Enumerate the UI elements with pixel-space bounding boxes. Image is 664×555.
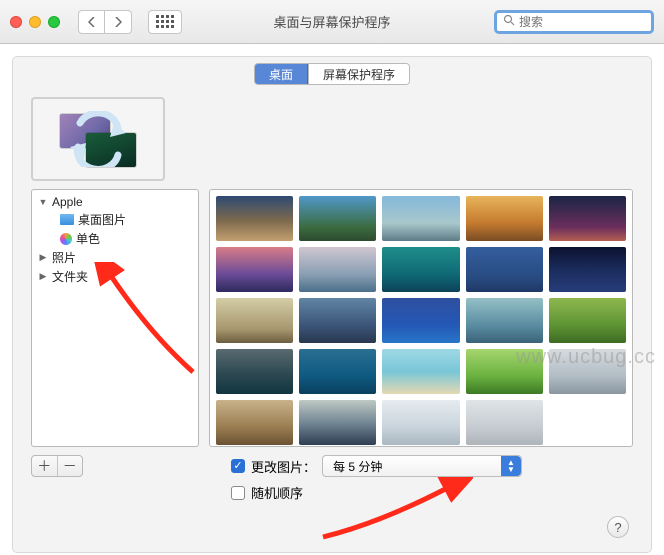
back-button[interactable] bbox=[79, 11, 105, 33]
minimize-window-button[interactable] bbox=[29, 16, 41, 28]
wallpaper-thumb[interactable] bbox=[299, 298, 376, 343]
wallpaper-thumb[interactable] bbox=[382, 349, 459, 394]
wallpaper-thumb[interactable] bbox=[299, 349, 376, 394]
wallpaper-thumb[interactable] bbox=[549, 247, 626, 292]
wallpaper-thumb[interactable] bbox=[299, 196, 376, 241]
tree-node-desktop-pictures[interactable]: 桌面图片 bbox=[32, 210, 198, 229]
search-icon bbox=[503, 14, 515, 29]
change-picture-checkbox[interactable] bbox=[231, 459, 245, 473]
tree-node-photos[interactable]: ▶ 照片 bbox=[32, 248, 198, 267]
wallpaper-thumb[interactable] bbox=[466, 298, 543, 343]
close-window-button[interactable] bbox=[10, 16, 22, 28]
forward-button[interactable] bbox=[105, 11, 131, 33]
change-interval-select[interactable]: 每 5 分钟 ▲▼ bbox=[322, 455, 522, 477]
nav-group bbox=[78, 10, 132, 34]
wallpaper-thumb[interactable] bbox=[299, 400, 376, 445]
disclosure-right-icon: ▶ bbox=[38, 252, 48, 263]
show-all-button[interactable] bbox=[148, 10, 182, 34]
folder-icon bbox=[60, 214, 74, 225]
wallpaper-thumb[interactable] bbox=[382, 298, 459, 343]
search-field-wrap[interactable] bbox=[494, 10, 654, 34]
tree-label: Apple bbox=[52, 195, 83, 209]
prefpane: 桌面 屏幕保护程序 ▼ Apple 桌面图 bbox=[12, 56, 652, 553]
tree-label: 照片 bbox=[52, 249, 76, 266]
search-input[interactable] bbox=[519, 15, 664, 29]
wallpaper-thumb[interactable] bbox=[382, 400, 459, 445]
wallpaper-thumb[interactable] bbox=[216, 247, 293, 292]
select-value: 每 5 分钟 bbox=[333, 458, 382, 475]
remove-source-button[interactable]: － bbox=[57, 456, 83, 476]
wallpaper-thumb[interactable] bbox=[549, 298, 626, 343]
source-sidebar[interactable]: ▼ Apple 桌面图片 单色 ▶ 照片 ▶ 文件夹 bbox=[31, 189, 199, 447]
grid-icon bbox=[156, 15, 174, 28]
current-wallpaper-preview bbox=[31, 97, 165, 181]
help-button[interactable]: ? bbox=[607, 516, 629, 538]
wallpaper-thumb[interactable] bbox=[216, 349, 293, 394]
change-picture-label: 更改图片： bbox=[251, 457, 316, 476]
wallpaper-thumb[interactable] bbox=[466, 400, 543, 445]
tabs: 桌面 屏幕保护程序 bbox=[13, 63, 651, 85]
wallpaper-grid[interactable] bbox=[209, 189, 633, 447]
random-order-label: 随机顺序 bbox=[251, 483, 303, 502]
tree-label: 文件夹 bbox=[52, 268, 88, 285]
select-stepper-icon: ▲▼ bbox=[501, 456, 521, 476]
wallpaper-thumb[interactable] bbox=[549, 349, 626, 394]
tree-node-folders[interactable]: ▶ 文件夹 bbox=[32, 267, 198, 286]
tree-label: 桌面图片 bbox=[78, 211, 126, 228]
add-remove-group: ＋ － bbox=[31, 455, 83, 477]
tab-desktop[interactable]: 桌面 bbox=[255, 64, 308, 84]
wallpaper-thumb[interactable] bbox=[466, 247, 543, 292]
wallpaper-thumb[interactable] bbox=[299, 247, 376, 292]
controls-row: ＋ － 更改图片： 每 5 分钟 ▲▼ 随机顺序 bbox=[31, 455, 633, 502]
random-order-checkbox[interactable] bbox=[231, 486, 245, 500]
wallpaper-thumb[interactable] bbox=[216, 196, 293, 241]
tree-node-apple[interactable]: ▼ Apple bbox=[32, 194, 198, 210]
window-controls bbox=[10, 16, 60, 28]
colorwheel-icon bbox=[60, 233, 72, 245]
zoom-window-button[interactable] bbox=[48, 16, 60, 28]
titlebar: 桌面与屏幕保护程序 bbox=[0, 0, 664, 44]
add-source-button[interactable]: ＋ bbox=[32, 456, 57, 476]
wallpaper-thumb[interactable] bbox=[466, 349, 543, 394]
disclosure-right-icon: ▶ bbox=[38, 271, 48, 282]
tree-label: 单色 bbox=[76, 230, 100, 247]
wallpaper-thumb[interactable] bbox=[216, 400, 293, 445]
tree-node-solid-colors[interactable]: 单色 bbox=[32, 229, 198, 248]
disclosure-down-icon: ▼ bbox=[38, 197, 48, 207]
wallpaper-thumb[interactable] bbox=[382, 196, 459, 241]
wallpaper-thumb[interactable] bbox=[216, 298, 293, 343]
wallpaper-thumb[interactable] bbox=[466, 196, 543, 241]
tab-screensaver[interactable]: 屏幕保护程序 bbox=[308, 64, 409, 84]
wallpaper-thumb[interactable] bbox=[382, 247, 459, 292]
cycle-icon bbox=[60, 111, 136, 167]
wallpaper-thumb[interactable] bbox=[549, 196, 626, 241]
